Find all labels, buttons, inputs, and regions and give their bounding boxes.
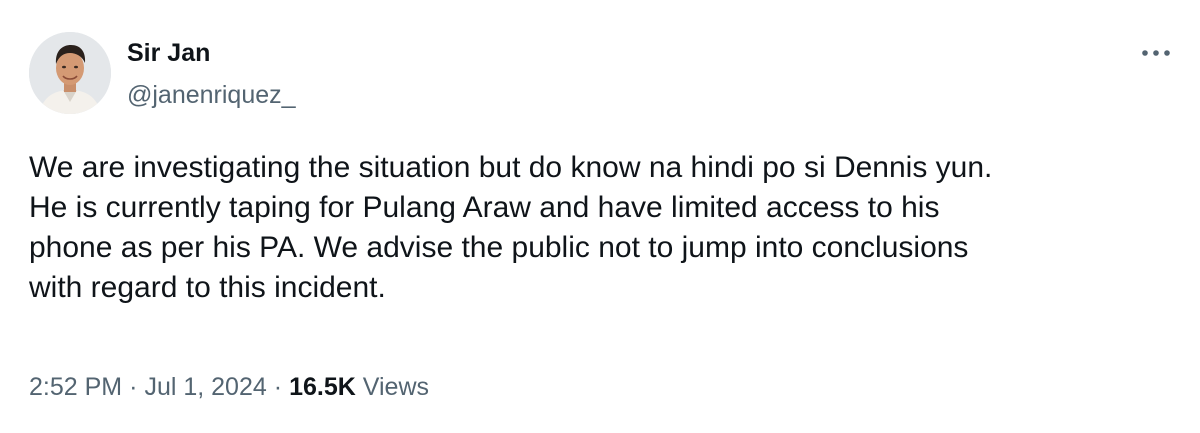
more-horizontal-icon (1142, 50, 1170, 56)
tweet-card: Sir Jan @janenriquez_ We are investigati… (0, 0, 1200, 433)
meta-separator: · (273, 373, 283, 401)
author-name[interactable]: Sir Jan (127, 38, 210, 68)
meta-separator: · (129, 373, 138, 401)
avatar[interactable] (29, 32, 111, 114)
views-label: Views (362, 373, 430, 401)
tweet-metadata: 2:52 PM · Jul 1, 2024 · 16.5K Views (29, 369, 429, 405)
avatar-photo (29, 32, 111, 114)
tweet-date[interactable]: Jul 1, 2024 (144, 373, 266, 401)
tweet-text: We are investigating the situation but d… (29, 151, 993, 304)
author-handle[interactable]: @janenriquez_ (127, 80, 296, 110)
tweet-time[interactable]: 2:52 PM (29, 373, 122, 401)
more-options-button[interactable] (1134, 38, 1178, 68)
views-count: 16.5K (289, 373, 356, 401)
